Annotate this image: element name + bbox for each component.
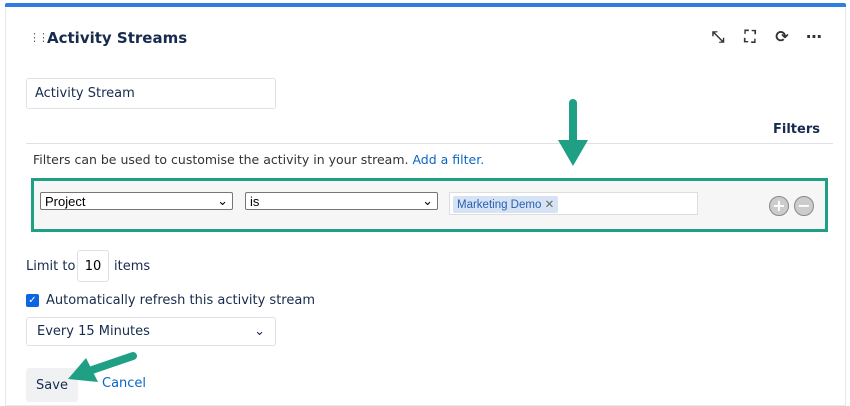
down-arrow-annotation <box>558 99 588 166</box>
save-arrow-annotation <box>68 352 137 382</box>
annotation-arrows <box>68 99 588 382</box>
